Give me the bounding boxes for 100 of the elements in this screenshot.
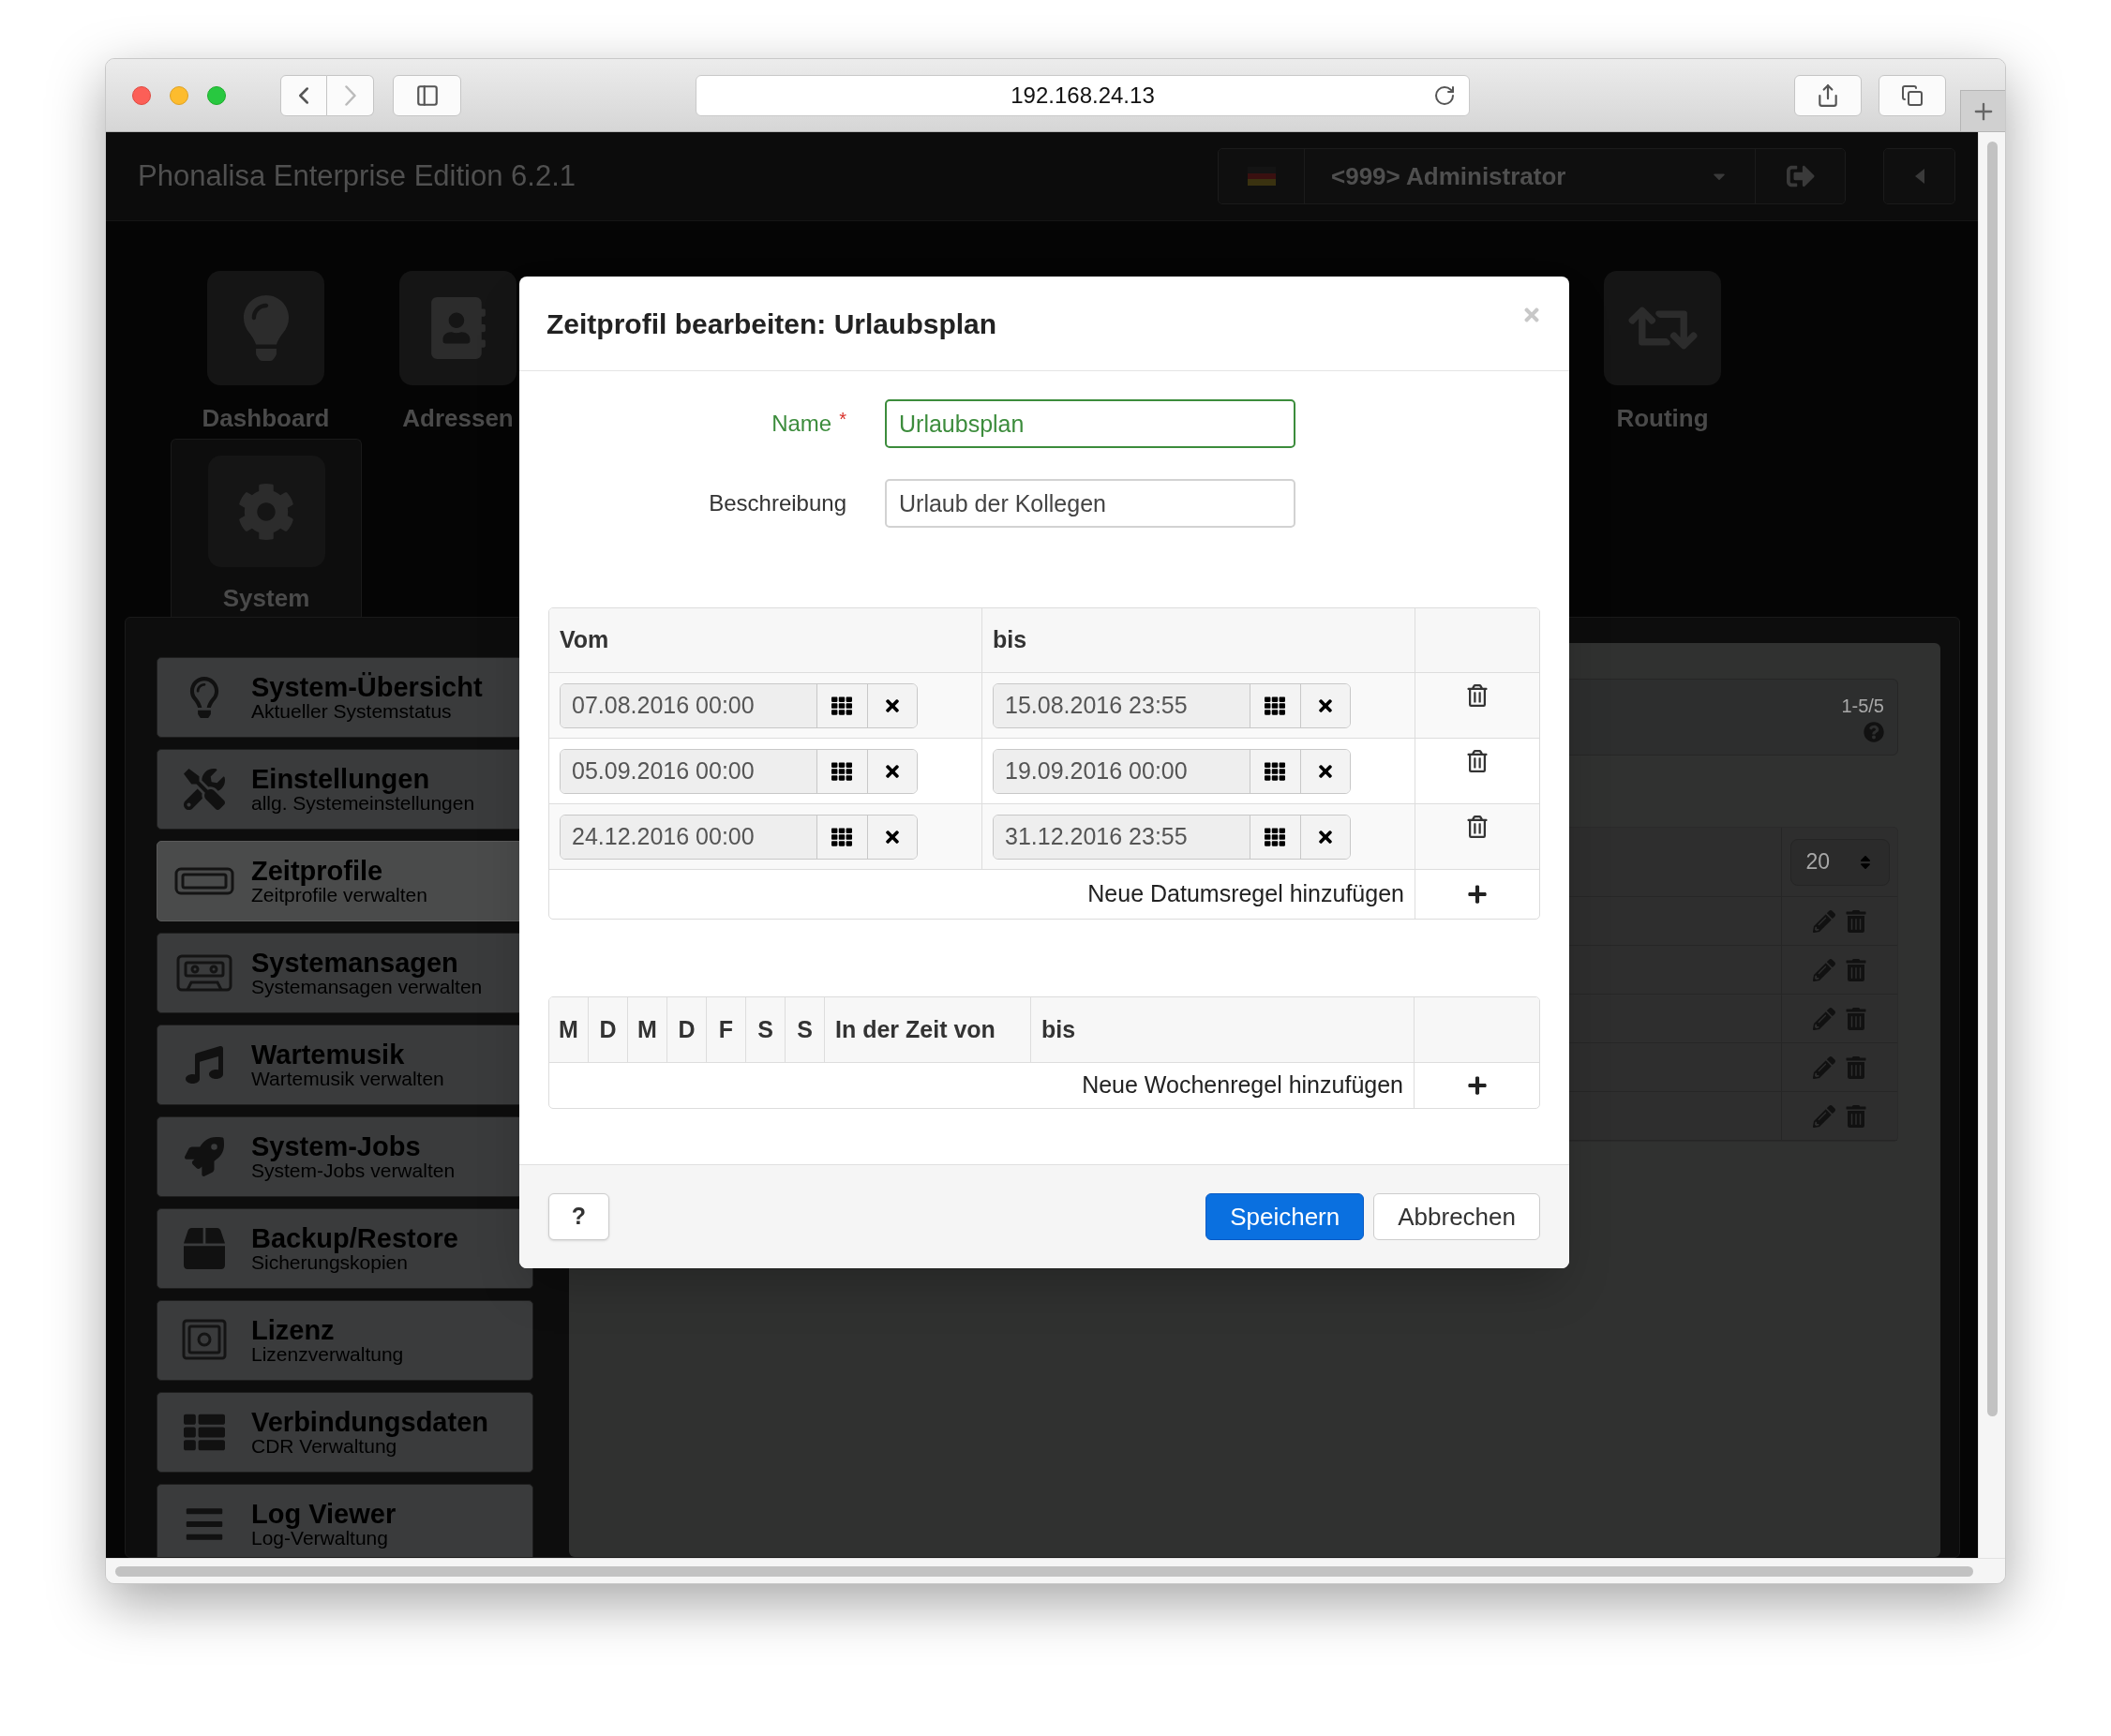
nav-tile[interactable] (207, 271, 324, 385)
nav-tile-label: System (222, 583, 310, 614)
nav-tile[interactable] (1604, 271, 1721, 385)
column-header: Vom (560, 625, 609, 655)
nav-tile-label: Routing (1616, 403, 1709, 434)
tabs-icon (1901, 83, 1924, 107)
share-button[interactable] (1794, 74, 1862, 116)
share-icon (1816, 82, 1840, 108)
sidebar-item-title: System-Übersicht (251, 672, 483, 702)
new-tab-button[interactable] (1960, 90, 2005, 131)
help-icon (1864, 722, 1884, 742)
pencil-icon (1812, 909, 1835, 933)
column-header: F (718, 1014, 734, 1044)
sidebar-item-title: Wartemusik (251, 1040, 406, 1070)
nav-tile-label: Dashboard (202, 403, 330, 434)
sidebar-item-title: Lizenz (251, 1315, 336, 1345)
trash-icon (1466, 816, 1489, 838)
sidebar-item-subtitle: System-Jobs verwalten (251, 1160, 456, 1182)
add-rule-label: Neue Datumsregel hinzufügen (1087, 879, 1404, 909)
sidebar-item-subtitle: allg. Systemeinstellungen (251, 793, 475, 815)
pencil-icon (1812, 1104, 1835, 1128)
sidebar-item-title: Backup/Restore (251, 1223, 458, 1253)
section-tab[interactable]: System (171, 439, 362, 617)
music-note-icon (186, 1046, 223, 1084)
box-icon (184, 1228, 225, 1269)
digital-clock-icon (174, 867, 234, 895)
list-icon (184, 1412, 225, 1453)
rocket-icon (185, 1137, 224, 1176)
page-size-select[interactable]: 20 (1789, 838, 1890, 886)
required-mark: * (839, 408, 846, 431)
sidebar-item-subtitle: Lizenzverwaltung (251, 1344, 404, 1366)
trash-icon (1466, 750, 1489, 772)
tabs-button[interactable] (1879, 74, 1946, 116)
save-button[interactable]: Speichern (1205, 1193, 1365, 1240)
trash-icon (1844, 958, 1867, 981)
pencil-icon (1812, 1007, 1835, 1030)
maximize-window-icon[interactable] (207, 85, 226, 105)
vertical-scrollbar[interactable] (1978, 132, 2005, 1558)
app-title: Phonalisa Enterprise Edition 6.2.1 (138, 157, 576, 194)
user-name: <999> Administrator (1331, 160, 1566, 192)
pencil-icon (1812, 1055, 1835, 1079)
page-size-value: 20 (1805, 848, 1831, 876)
column-header: S (757, 1014, 773, 1044)
column-header: D (678, 1014, 696, 1044)
tools-icon (184, 769, 225, 810)
dialog-title: Zeitprofil bearbeiten: Urlaubsplan (546, 307, 997, 341)
address-bar[interactable]: 192.168.24.13 (696, 74, 1470, 116)
record-range: 1-5/5 (1841, 695, 1884, 718)
column-header: M (637, 1014, 657, 1044)
plus-icon (1467, 884, 1488, 905)
sidebar-item-subtitle: Systemansagen verwalten (251, 977, 483, 998)
sidebar-item-subtitle: Wartemusik verwalten (251, 1069, 444, 1090)
delete-button[interactable] (1466, 684, 1489, 707)
url-text: 192.168.24.13 (1011, 81, 1155, 110)
nav-tile-label: Adressen (402, 403, 514, 434)
chevron-right-icon (344, 84, 356, 106)
trash-icon (1844, 1007, 1867, 1030)
nav-tile[interactable] (399, 271, 517, 385)
pencil-icon (1812, 958, 1835, 981)
trash-icon (1844, 909, 1867, 933)
safe-icon (182, 1319, 227, 1362)
plus-icon (1466, 1075, 1488, 1096)
trash-icon (1844, 1104, 1867, 1128)
text-field[interactable]: Urlaub der Kollegen (885, 479, 1295, 528)
text-field[interactable]: Urlaubsplan (885, 399, 1295, 448)
nav-tile[interactable] (207, 456, 325, 567)
sidebar-item-subtitle: Aktueller Systemstatus (251, 701, 452, 723)
column-header: In der Zeit von (835, 1014, 996, 1044)
cassette-icon (176, 954, 232, 992)
reload-icon[interactable] (1433, 83, 1456, 107)
sidebar-item-title: Zeitprofile (251, 856, 384, 886)
help-button[interactable]: ? (548, 1193, 609, 1240)
delete-button[interactable] (1466, 816, 1489, 838)
column-header: D (599, 1014, 617, 1044)
trash-icon (1844, 1055, 1867, 1079)
delete-button[interactable] (1466, 750, 1489, 772)
sidebar-item-subtitle: CDR Verwaltung (251, 1436, 397, 1458)
sidebar-item-title: Log Viewer (251, 1499, 397, 1529)
back-button[interactable] (280, 74, 327, 116)
add-button[interactable] (1467, 884, 1488, 905)
sidebar-item-title: Systemansagen (251, 948, 459, 978)
add-button[interactable] (1466, 1075, 1488, 1096)
sidebar-item-title: Verbindungsdaten (251, 1407, 488, 1437)
sidebar-item-title: System-Jobs (251, 1131, 422, 1161)
column-header: S (797, 1014, 813, 1044)
caret-left-icon (1914, 169, 1924, 184)
sidebar-item-subtitle: Zeitprofile verwalten (251, 885, 427, 906)
field-label: Name (771, 410, 832, 438)
add-rule-label: Neue Wochenregel hinzufügen (1082, 1070, 1403, 1100)
sidebar-item-subtitle: Sicherungskopien (251, 1252, 408, 1274)
column-header: M (559, 1014, 578, 1044)
column-header: bis (1041, 1014, 1076, 1044)
field-label: Beschreibung (709, 489, 846, 517)
user-menu[interactable]: <999> Administrator (1218, 148, 1846, 204)
sidebar-toggle-button[interactable] (393, 74, 461, 116)
trash-icon (1466, 684, 1489, 707)
cancel-button[interactable]: Abbrechen (1373, 1193, 1540, 1240)
horizontal-scrollbar[interactable] (106, 1558, 2005, 1583)
close-window-icon[interactable] (132, 85, 151, 105)
sidebar-icon (414, 82, 440, 108)
